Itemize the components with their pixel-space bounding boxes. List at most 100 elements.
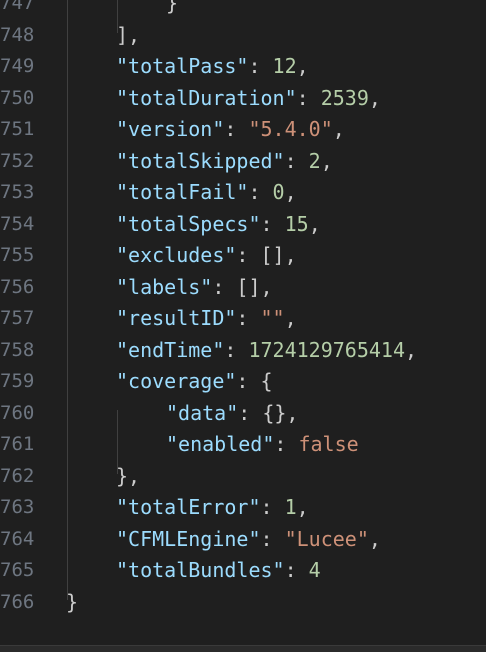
code-token: "" bbox=[260, 306, 285, 330]
code-token: 4 bbox=[308, 558, 321, 582]
code-token: , bbox=[332, 117, 345, 141]
code-token: 2539 bbox=[320, 85, 369, 110]
code-token: "totalSpecs" bbox=[116, 211, 261, 236]
code-line[interactable]: 764 "CFMLEngine": "Lucee", bbox=[0, 524, 486, 556]
line-number: 752 bbox=[0, 149, 35, 172]
line-code: "excludes": [], bbox=[116, 240, 297, 272]
code-line[interactable]: 766} bbox=[0, 587, 486, 619]
line-number: 756 bbox=[0, 275, 35, 298]
code-token: "resultID" bbox=[116, 306, 237, 330]
code-token: , bbox=[368, 526, 381, 551]
code-line[interactable]: 748], bbox=[0, 20, 486, 52]
code-line[interactable]: 754 "totalSpecs": 15, bbox=[0, 209, 486, 241]
code-token: "totalBundles" bbox=[116, 558, 285, 582]
code-token: , bbox=[284, 306, 297, 330]
code-token: "labels" bbox=[116, 274, 213, 299]
code-token: ], bbox=[116, 22, 141, 47]
code-line[interactable]: 758 "endTime": 1724129765414, bbox=[0, 335, 486, 367]
code-line[interactable]: 757 "resultID": "", bbox=[0, 303, 486, 335]
code-line[interactable]: 756 "labels": [], bbox=[0, 272, 486, 304]
code-token: : bbox=[260, 526, 285, 551]
line-number: 764 bbox=[0, 527, 35, 550]
line-code: "endTime": 1724129765414, bbox=[116, 335, 417, 367]
code-token: }, bbox=[116, 463, 141, 488]
code-line[interactable]: 761 "enabled": false bbox=[0, 429, 486, 461]
code-token: } bbox=[66, 589, 79, 614]
code-token: : [], bbox=[236, 243, 297, 267]
code-token: : bbox=[248, 54, 273, 78]
code-token: : bbox=[296, 85, 321, 110]
code-token: : {}, bbox=[238, 400, 299, 425]
code-line[interactable]: 747} bbox=[0, 0, 486, 20]
code-token: , bbox=[308, 211, 321, 236]
code-token: : bbox=[284, 148, 309, 173]
code-token: "totalPass" bbox=[116, 54, 249, 78]
line-code: "totalDuration": 2539, bbox=[116, 83, 381, 115]
code-token: "endTime" bbox=[116, 337, 225, 362]
code-token: : bbox=[236, 306, 261, 330]
line-number: 755 bbox=[0, 244, 35, 266]
code-line[interactable]: 755 "excludes": [], bbox=[0, 240, 486, 272]
code-token: : bbox=[260, 211, 285, 236]
code-line[interactable]: 751 "version": "5.4.0", bbox=[0, 114, 486, 146]
code-token: 1 bbox=[284, 495, 297, 519]
code-line[interactable]: 759 "coverage": { bbox=[0, 366, 486, 398]
line-number: 749 bbox=[0, 55, 35, 77]
code-token: , bbox=[405, 337, 418, 362]
line-code: } bbox=[66, 587, 78, 619]
code-token: "totalError" bbox=[116, 495, 261, 519]
code-token: } bbox=[166, 0, 179, 15]
line-code: "CFMLEngine": "Lucee", bbox=[116, 524, 381, 556]
line-code: "totalSpecs": 15, bbox=[116, 209, 321, 241]
code-token: , bbox=[320, 148, 333, 173]
code-line[interactable]: 753 "totalFail": 0, bbox=[0, 177, 486, 209]
code-token: : { bbox=[236, 369, 273, 393]
code-token: "version" bbox=[116, 117, 225, 141]
code-token: 1724129765414 bbox=[248, 337, 406, 362]
line-number: 753 bbox=[0, 181, 35, 203]
line-number: 757 bbox=[0, 307, 35, 329]
code-line[interactable]: 749 "totalPass": 12, bbox=[0, 51, 486, 83]
code-token: : bbox=[274, 432, 299, 456]
code-line[interactable]: 762}, bbox=[0, 461, 486, 493]
code-token: , bbox=[296, 54, 309, 78]
line-code: "enabled": false bbox=[166, 429, 359, 461]
code-token: , bbox=[296, 495, 309, 519]
code-line[interactable]: 760 "data": {}, bbox=[0, 398, 486, 430]
code-line[interactable]: 750 "totalDuration": 2539, bbox=[0, 83, 486, 115]
line-code: "totalSkipped": 2, bbox=[116, 146, 333, 178]
code-token: "coverage" bbox=[116, 369, 237, 393]
line-number: 758 bbox=[0, 338, 35, 361]
line-number: 762 bbox=[0, 464, 35, 487]
line-number: 750 bbox=[0, 86, 35, 109]
line-code: "coverage": { bbox=[116, 366, 273, 398]
horizontal-scrollbar[interactable] bbox=[0, 645, 486, 652]
code-token: 15 bbox=[284, 211, 309, 236]
code-token: : bbox=[248, 180, 273, 204]
code-line[interactable]: 752 "totalSkipped": 2, bbox=[0, 146, 486, 178]
line-code: "totalFail": 0, bbox=[116, 177, 297, 209]
line-number: 747 bbox=[0, 0, 35, 14]
line-code: }, bbox=[116, 461, 140, 493]
code-line[interactable]: 765 "totalBundles": 4 bbox=[0, 555, 486, 587]
line-code: "totalBundles": 4 bbox=[116, 555, 321, 587]
line-number: 754 bbox=[0, 212, 35, 235]
line-number: 760 bbox=[0, 401, 35, 424]
code-token: 2 bbox=[308, 148, 321, 173]
line-code: "totalPass": 12, bbox=[116, 51, 309, 83]
code-token: "data" bbox=[166, 400, 239, 425]
code-token: : bbox=[284, 558, 309, 582]
code-token: : [], bbox=[212, 274, 273, 299]
line-number: 766 bbox=[0, 590, 35, 613]
code-line[interactable]: 763 "totalError": 1, bbox=[0, 492, 486, 524]
line-number: 765 bbox=[0, 559, 35, 581]
code-editor[interactable]: 747} 748], 749 "totalPass": 12, 750 "totalDur… bbox=[0, 0, 486, 652]
line-code: } bbox=[166, 0, 178, 20]
line-code: "data": {}, bbox=[166, 398, 298, 430]
code-token: , bbox=[368, 85, 381, 110]
line-code: "resultID": "", bbox=[116, 303, 297, 335]
line-code: ], bbox=[116, 20, 140, 52]
line-code: "version": "5.4.0", bbox=[116, 114, 345, 146]
line-number: 751 bbox=[0, 118, 35, 140]
code-token: : bbox=[224, 337, 249, 362]
